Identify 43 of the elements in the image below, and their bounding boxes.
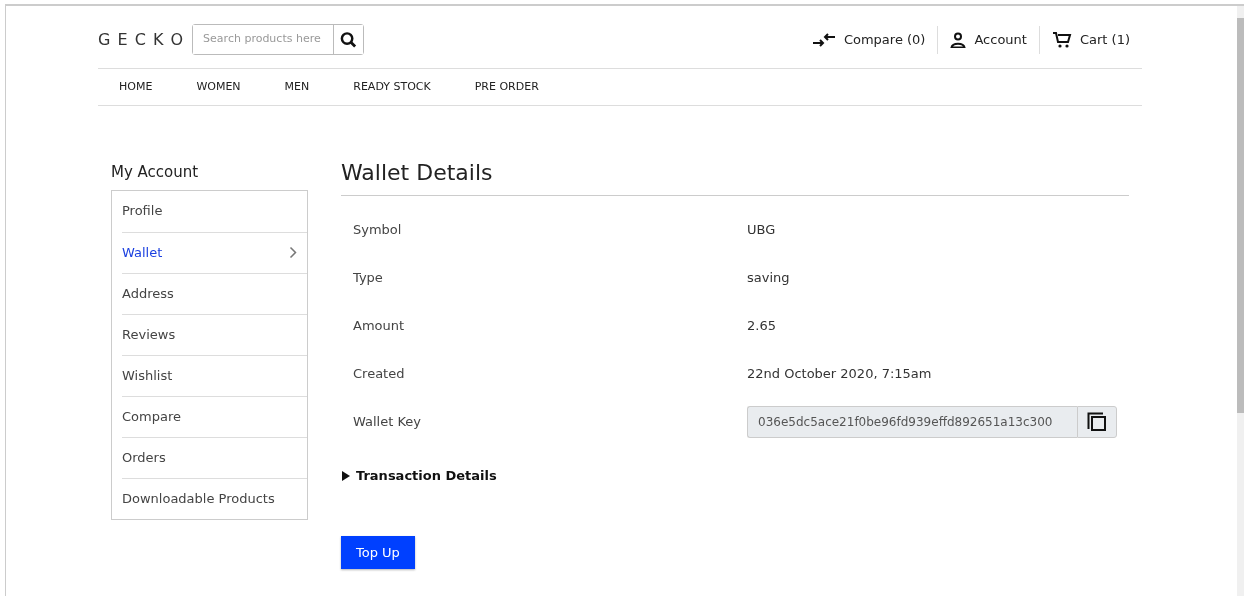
field-value: UBG [747, 221, 776, 240]
sidebar-item[interactable]: Compare [122, 395, 307, 437]
field-value: 22nd October 2020, 7:15am [747, 365, 932, 384]
page-title: Wallet Details [341, 156, 1129, 196]
arrows-icon [811, 32, 836, 47]
field-label: Wallet Key [353, 413, 422, 432]
field-label: Type [353, 269, 384, 288]
chevron-right-icon [289, 246, 297, 259]
sidebar-item[interactable]: Wishlist [122, 354, 307, 396]
field-value: 2.65 [747, 317, 776, 336]
wallet-key-field[interactable]: 036e5dc5ace21f0be96fd939effd892651a13c300 [747, 406, 1077, 438]
nav-link[interactable]: READY STOCK [353, 78, 431, 96]
person-icon [950, 31, 967, 48]
scrollbar[interactable] [1237, 6, 1244, 596]
search-button[interactable] [333, 25, 364, 54]
sidebar-item[interactable]: Wallet [122, 231, 307, 273]
sidebar-item[interactable]: Orders [122, 436, 307, 478]
copy-icon [1087, 412, 1107, 432]
nav-link[interactable]: MEN [284, 78, 310, 96]
transaction-details-toggle[interactable]: Transaction Details [356, 466, 497, 486]
field-value: saving [747, 269, 790, 288]
field-label: Amount [353, 317, 406, 336]
scrollbar-thumb[interactable] [1237, 18, 1244, 413]
sidebar-item[interactable]: Downloadable Products [122, 477, 307, 519]
disclosure-triangle-icon[interactable] [341, 470, 351, 481]
search-field[interactable]: Search products here [192, 24, 365, 55]
sidebar-item[interactable]: Reviews [122, 313, 307, 355]
field-label: Symbol [353, 221, 403, 240]
top-up-button[interactable]: Top Up [341, 535, 415, 569]
nav-link[interactable]: WOMEN [196, 78, 241, 96]
nav-link[interactable]: HOME [119, 78, 153, 96]
copy-button[interactable] [1077, 406, 1117, 438]
sidebar-item[interactable]: Profile [122, 190, 307, 232]
nav-link[interactable]: PRE ORDER [474, 78, 539, 96]
search-icon [340, 30, 358, 49]
cart-link[interactable]: Cart (1) [1039, 29, 1142, 50]
cart-icon [1051, 30, 1072, 49]
field-label: Created [353, 365, 406, 384]
brand-logo[interactable]: G E C K O [98, 27, 185, 52]
sidebar-item[interactable]: Address [122, 272, 307, 314]
account-link[interactable]: Account [938, 29, 1039, 50]
sidebar-title: My Account [111, 162, 200, 183]
compare-link[interactable]: Compare (0) [799, 29, 938, 50]
